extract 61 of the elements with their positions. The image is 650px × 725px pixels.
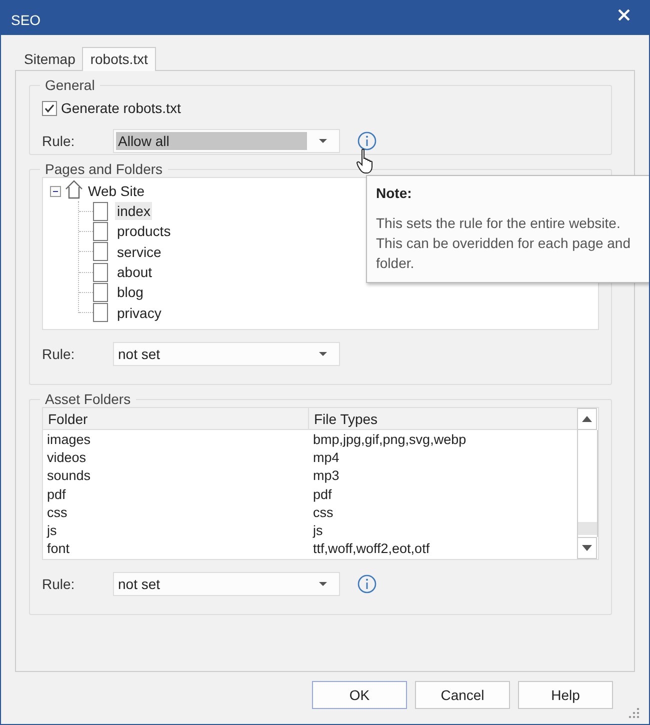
- dialog-button[interactable]: OK: [312, 681, 407, 709]
- table-cell-text: css: [46, 504, 68, 520]
- rule-dropdown[interactable]: Allow all: [113, 129, 340, 153]
- resize-grip-icon[interactable]: [629, 708, 639, 718]
- checkbox[interactable]: [93, 222, 108, 241]
- table-cell-text: bmp,jpg,gif,png,svg,webp: [312, 432, 466, 447]
- dialog-button[interactable]: Help: [518, 681, 613, 709]
- scroll-down-icon[interactable]: [577, 537, 597, 559]
- column-header[interactable]: File Types: [309, 408, 378, 429]
- checkbox[interactable]: [93, 303, 108, 322]
- table-cell-text: js: [312, 523, 323, 538]
- group-title: General: [44, 77, 96, 93]
- column-header[interactable]: Folder: [43, 408, 309, 429]
- tab[interactable]: Sitemap: [17, 49, 82, 70]
- rule-label: Rule:: [42, 346, 76, 362]
- scrollbar[interactable]: [577, 408, 598, 559]
- rule-label: Rule:: [42, 576, 76, 592]
- checkbox[interactable]: [93, 282, 108, 302]
- group-title: Pages and Folders: [44, 161, 164, 177]
- caret-icon: [319, 582, 327, 586]
- checkbox[interactable]: [93, 242, 108, 262]
- table-cell-text: js: [46, 523, 58, 538]
- checkbox[interactable]: [42, 100, 57, 116]
- group-title: Asset Folders: [44, 391, 132, 407]
- table-cell-text: font: [46, 541, 71, 556]
- window-title: SEO: [11, 11, 41, 28]
- tab[interactable]: robots.txt: [82, 47, 156, 71]
- table-cell-text: videos: [46, 450, 88, 465]
- table-cell-text: mp3: [312, 468, 340, 484]
- tree-item[interactable]: privacy: [115, 304, 164, 322]
- house-icon: [64, 179, 84, 199]
- info-icon[interactable]: [357, 574, 377, 594]
- scroll-thumb[interactable]: [578, 522, 597, 535]
- tree-item[interactable]: index: [115, 202, 152, 220]
- table-cell-text: css: [312, 504, 334, 520]
- table-cell-text: sounds: [46, 468, 92, 484]
- table-cell-text: mp4: [312, 450, 340, 465]
- tree-item[interactable]: blog: [115, 283, 146, 302]
- rule-dropdown[interactable]: not set: [113, 342, 340, 366]
- rule-dropdown[interactable]: not set: [113, 572, 340, 596]
- table-cell-text: ttf,woff,woff2,eot,otf: [312, 541, 430, 556]
- collapse-icon[interactable]: [50, 186, 61, 196]
- tooltip-text: This sets the rule for the entire website. This can be overidden for each page and folder.: [376, 214, 632, 273]
- table-cell-text: pdf: [46, 486, 67, 502]
- info-icon[interactable]: [357, 131, 377, 151]
- rule-label: Rule:: [42, 133, 76, 149]
- tree-item[interactable]: service: [115, 242, 164, 261]
- checkbox[interactable]: [93, 262, 108, 282]
- table-cell-text: pdf: [312, 486, 332, 502]
- scroll-up-icon[interactable]: [577, 408, 597, 430]
- tree-item[interactable]: Web Site: [86, 182, 147, 200]
- caret-icon: [319, 352, 327, 356]
- tooltip-title: Note:: [376, 185, 413, 201]
- caret-icon: [319, 139, 327, 143]
- checkbox-label: Generate robots.txt: [61, 100, 181, 116]
- dialog-button[interactable]: Cancel: [415, 681, 510, 709]
- close-icon[interactable]: [618, 9, 630, 21]
- tree-item[interactable]: products: [115, 222, 173, 240]
- table-cell-text: images: [46, 432, 92, 447]
- checkbox[interactable]: [93, 202, 108, 221]
- tree-item[interactable]: about: [115, 263, 154, 282]
